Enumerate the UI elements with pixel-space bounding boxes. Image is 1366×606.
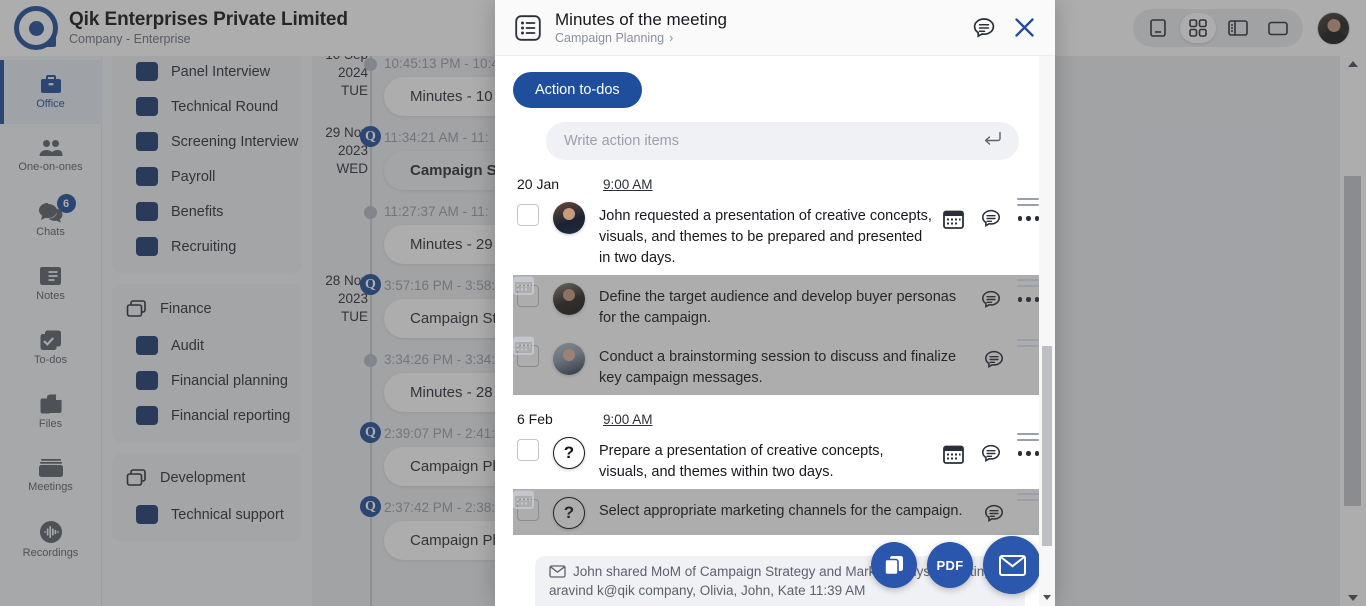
breadcrumb[interactable]: Campaign Planning › bbox=[555, 30, 958, 46]
drag-handle-icon[interactable] bbox=[1017, 198, 1039, 206]
day-header: 6 Feb 9:00 AM bbox=[517, 411, 1039, 427]
envelope-icon bbox=[999, 555, 1026, 576]
todo-row[interactable]: Define the target audience and develop b… bbox=[513, 275, 1039, 335]
close-button[interactable] bbox=[1012, 15, 1037, 40]
modal-scrollbar-thumb[interactable] bbox=[1042, 346, 1052, 546]
day-header: 20 Jan 9:00 AM bbox=[517, 176, 1039, 192]
modal-scroll-down-icon[interactable] bbox=[1043, 595, 1051, 600]
enter-key-icon[interactable] bbox=[984, 131, 1001, 151]
day-time[interactable]: 9:00 AM bbox=[603, 177, 653, 192]
drag-handle-icon[interactable] bbox=[1017, 279, 1039, 287]
pdf-button[interactable]: PDF bbox=[927, 542, 973, 588]
write-action-items-box[interactable] bbox=[546, 122, 1019, 160]
calendar-icon[interactable] bbox=[513, 275, 1039, 335]
comment-icon[interactable] bbox=[980, 208, 1002, 229]
assignee-avatar[interactable] bbox=[553, 202, 585, 234]
modal-title: Minutes of the meeting bbox=[555, 9, 958, 30]
calendar-icon[interactable] bbox=[943, 444, 964, 464]
copy-icon bbox=[883, 554, 905, 576]
todo-checkbox[interactable] bbox=[517, 439, 539, 461]
day-date: 6 Feb bbox=[517, 411, 575, 427]
drag-handle-icon[interactable] bbox=[1017, 433, 1039, 441]
tab-action-todos[interactable]: Action to-dos bbox=[513, 72, 642, 108]
action-todos-scroll-area: Action to-dos 20 Jan 9:00 AM John reques… bbox=[495, 56, 1039, 606]
more-options-icon[interactable] bbox=[1018, 451, 1040, 456]
modal-body: Action to-dos 20 Jan 9:00 AM John reques… bbox=[495, 56, 1055, 606]
breadcrumb-label: Campaign Planning bbox=[555, 30, 664, 46]
modal-scrollbar[interactable] bbox=[1039, 56, 1055, 606]
envelope-icon bbox=[549, 565, 566, 578]
action-item-input[interactable] bbox=[564, 133, 974, 149]
drag-handle-icon[interactable] bbox=[1017, 339, 1039, 347]
minutes-list-icon bbox=[515, 15, 541, 41]
day-date: 20 Jan bbox=[517, 176, 575, 192]
comment-button[interactable] bbox=[972, 16, 996, 40]
calendar-icon[interactable] bbox=[513, 489, 1039, 535]
todo-text: Prepare a presentation of creative conce… bbox=[599, 437, 943, 483]
todo-text: John requested a presentation of creativ… bbox=[599, 202, 943, 269]
todo-row[interactable]: John requested a presentation of creativ… bbox=[513, 194, 1039, 275]
floating-action-buttons: PDF bbox=[871, 536, 1041, 594]
pdf-label: PDF bbox=[937, 558, 964, 573]
todo-row[interactable]: Conduct a brainstorming session to discu… bbox=[513, 335, 1039, 395]
drag-handle-icon[interactable] bbox=[1017, 493, 1039, 501]
copy-button[interactable] bbox=[871, 542, 917, 588]
todo-row[interactable]: ? Prepare a presentation of creative con… bbox=[513, 429, 1039, 489]
chevron-right-icon: › bbox=[669, 30, 673, 46]
calendar-icon[interactable] bbox=[513, 335, 1039, 395]
day-time[interactable]: 9:00 AM bbox=[603, 412, 653, 427]
comment-icon[interactable] bbox=[980, 443, 1002, 464]
email-button[interactable] bbox=[983, 536, 1041, 594]
calendar-icon[interactable] bbox=[943, 209, 964, 229]
modal-header: Minutes of the meeting Campaign Planning… bbox=[495, 0, 1055, 56]
unassigned-avatar-icon[interactable]: ? bbox=[553, 437, 585, 469]
todo-checkbox[interactable] bbox=[517, 204, 539, 226]
more-options-icon[interactable] bbox=[1018, 216, 1040, 221]
minutes-of-meeting-modal: Minutes of the meeting Campaign Planning… bbox=[495, 0, 1055, 606]
todo-row[interactable]: ? Select appropriate marketing channels … bbox=[513, 489, 1039, 535]
